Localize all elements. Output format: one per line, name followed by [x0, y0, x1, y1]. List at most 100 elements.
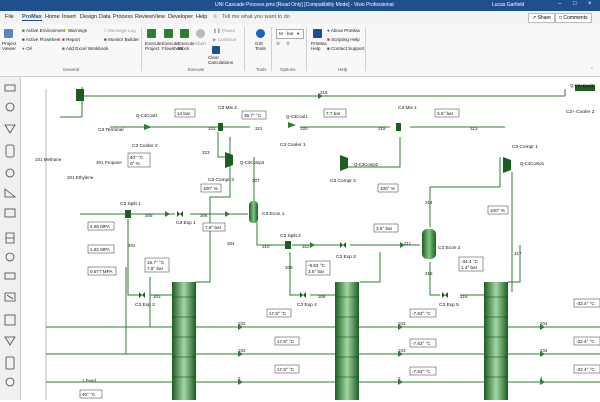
stream-310b[interactable] — [360, 252, 381, 283]
tab-data[interactable]: Data — [99, 14, 111, 20]
tab-process[interactable]: Process — [113, 14, 133, 20]
tab-developer[interactable]: Developer — [168, 14, 193, 20]
stream-302[interactable] — [127, 219, 140, 296]
readout-box[interactable]: -9.63 °C 3.5° bar — [305, 260, 331, 276]
warnings-button[interactable]: ▲ Warnings — [62, 28, 87, 33]
promax-help-button[interactable]: ProMax Help — [311, 41, 327, 51]
readout-box[interactable]: -34.4 °C 1.4° bar — [458, 256, 484, 272]
readout-box[interactable]: 17.8° °C — [274, 364, 300, 374]
readout-box[interactable]: -7.63° °C — [409, 366, 437, 376]
c3-compr2-block[interactable] — [340, 155, 348, 171]
tab-file[interactable]: File — [5, 14, 14, 20]
tab-home[interactable]: Home — [45, 14, 60, 20]
stream-label: 323 — [202, 150, 210, 155]
readout-box[interactable]: 40° °C — [79, 389, 103, 399]
active-flowsheet-button[interactable]: ■ Active Flowsheet — [22, 37, 61, 42]
stream-323[interactable] — [217, 132, 226, 158]
c3-terminal-block[interactable] — [76, 89, 84, 101]
collapse-ribbon-icon[interactable]: ⌃ — [590, 67, 594, 73]
stream-315[interactable] — [429, 262, 440, 296]
c3-exp1-valve[interactable] — [177, 211, 183, 217]
comments-button[interactable]: □ Comments — [555, 13, 592, 23]
tab-promax[interactable]: ProMax — [22, 14, 42, 21]
abort-button[interactable]: Abort — [195, 41, 206, 46]
tab-help[interactable]: Help — [196, 14, 207, 20]
readout-box[interactable]: -32.4° °C — [573, 336, 600, 346]
readout-box[interactable]: 40° °C 0° % — [127, 152, 151, 168]
stream-309[interactable] — [289, 252, 300, 296]
readout-box[interactable]: 14 bar — [174, 108, 196, 118]
c3-exp5-valve[interactable] — [442, 292, 448, 298]
active-environment-button[interactable]: ■ Active Environment — [22, 28, 65, 33]
execute-block-button[interactable]: Execute Block — [178, 41, 195, 51]
heat-exchanger-3[interactable] — [484, 282, 508, 400]
c3-split1-block[interactable] — [125, 210, 131, 218]
readout-box[interactable]: 17.8° °C — [274, 336, 300, 346]
c3-econ1-vessel[interactable] — [249, 201, 258, 223]
report-button[interactable]: ■ Report — [62, 37, 80, 42]
readout-box[interactable]: 7.8° bar — [202, 222, 226, 232]
scripting-help-button[interactable]: ■ Scripting Help — [327, 37, 360, 42]
project-viewer-button[interactable]: Project Viewer — [2, 41, 18, 51]
tab-insert[interactable]: Insert — [62, 14, 76, 20]
readout-box[interactable]: -32.4° °C — [573, 364, 600, 374]
c3-compr3-block[interactable] — [225, 152, 233, 168]
clear-calculations-button[interactable]: Clear Calculations — [208, 55, 234, 65]
pause-button[interactable]: ❚❚ Pause — [213, 28, 235, 34]
about-promax-button[interactable]: ● About ProMax — [327, 28, 360, 33]
c3-cooler2-block[interactable] — [144, 124, 152, 130]
c3-mix2-block[interactable] — [218, 123, 223, 131]
readout-box[interactable]: 3.5° bar — [373, 223, 399, 233]
oil-button[interactable]: ● Oil — [22, 46, 32, 51]
maximize-icon[interactable]: □ — [573, 1, 577, 7]
readout-box[interactable]: 17.8° °C — [266, 308, 292, 318]
c3-exp3-valve[interactable] — [340, 242, 346, 248]
unit-set-select[interactable]: M - bar ▾ — [276, 29, 304, 39]
c3-compr1-block[interactable] — [503, 157, 511, 173]
heat-exchanger-1[interactable] — [172, 282, 196, 400]
contact-support-button[interactable]: ■ Contact Support — [327, 46, 364, 51]
share-button[interactable]: ↗ Share — [528, 13, 555, 23]
user-name[interactable]: Lucas Garfield — [492, 2, 524, 8]
readout-box[interactable]: 15.7° °C 7.8° bar — [144, 257, 170, 273]
readout-box[interactable]: 7.7 bar — [323, 108, 347, 118]
c3-split2-block[interactable] — [285, 241, 291, 249]
settings-icon[interactable]: ⚙ — [276, 41, 280, 47]
readout-box[interactable]: 4.58 MPA — [87, 221, 115, 231]
readout-box[interactable]: 3.5° bar — [434, 108, 460, 118]
tab-review[interactable]: Review — [135, 14, 153, 20]
readout-box[interactable]: 100° % — [377, 183, 399, 193]
readout-box[interactable]: -7.63° °C — [409, 338, 437, 348]
tab-design[interactable]: Design — [80, 14, 97, 20]
minimize-icon[interactable]: – — [558, 1, 561, 7]
gis-tools-button[interactable]: GIS Tools — [255, 41, 267, 51]
readout-box[interactable]: 100° % — [200, 183, 222, 193]
readout-box[interactable]: 0.577 MPA — [87, 266, 117, 276]
c3-exp4-valve[interactable] — [300, 292, 306, 298]
readout-box[interactable]: -32.4° °C — [573, 298, 600, 308]
readout-box[interactable]: -7.63° °C — [409, 308, 437, 318]
heat-exchanger-2[interactable] — [335, 282, 359, 400]
readout-box[interactable]: 35.7° °C — [241, 110, 267, 120]
readout-box[interactable]: 1.82 MPA — [87, 244, 115, 254]
stream-310[interactable] — [195, 137, 231, 283]
readout-box[interactable]: 100° % — [487, 205, 509, 215]
options-icon[interactable]: ⚙ — [286, 41, 290, 47]
stream-314[interactable] — [429, 157, 501, 227]
stream-label: 311 — [404, 241, 412, 246]
c3-econ2-vessel[interactable] — [422, 229, 436, 259]
tab-view[interactable]: View — [153, 14, 165, 20]
close-icon[interactable]: × — [588, 1, 592, 7]
tell-me-input[interactable]: Tell me what you want to do — [222, 14, 290, 20]
svg-text:1.4° bar: 1.4° bar — [461, 265, 478, 270]
monitor-builder-button[interactable]: ■ Monitor Builder — [104, 37, 139, 42]
message-log-button[interactable]: □ Message Log — [104, 28, 136, 33]
c3-exp2-valve[interactable] — [139, 292, 145, 298]
add-excel-workbook-button[interactable]: ■ Add Excel Workbook — [62, 46, 108, 51]
drawing-canvas[interactable]: 318 322 321 320 319 313 323 307 314 317 … — [0, 77, 600, 400]
c3-cooler1-block[interactable] — [288, 122, 296, 128]
execute-project-button[interactable]: Execute Project — [145, 41, 162, 51]
process-flow-diagram[interactable]: 318 322 321 320 319 313 323 307 314 317 … — [0, 77, 600, 400]
c3-mix1-block[interactable] — [396, 123, 401, 131]
continue-button[interactable]: ▶ Continue — [213, 37, 236, 43]
